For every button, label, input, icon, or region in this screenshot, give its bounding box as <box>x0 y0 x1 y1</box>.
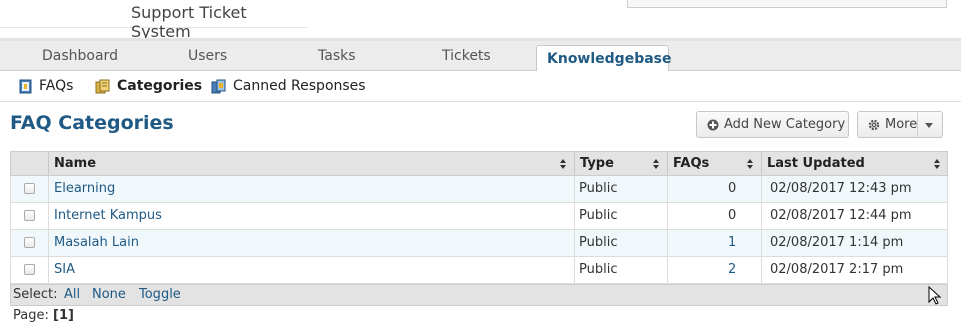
column-divider <box>761 230 762 256</box>
column-divider <box>48 203 49 229</box>
category-type: Public <box>579 181 618 196</box>
subnav-label: Canned Responses <box>233 78 366 94</box>
mouse-cursor-icon <box>928 286 942 305</box>
column-divider <box>48 152 49 175</box>
column-divider <box>574 176 575 202</box>
main-nav: Dashboard Users Tasks Tickets Knowledgeb… <box>0 38 961 73</box>
button-divider <box>917 112 918 137</box>
category-name-link[interactable]: SIA <box>54 257 75 283</box>
page-title: FAQ Categories <box>10 112 174 134</box>
table-row: SIA Public 2 02/08/2017 2:17 pm <box>10 257 948 284</box>
category-name-link[interactable]: Masalah Lain <box>54 230 139 256</box>
column-divider <box>574 257 575 283</box>
sub-nav: FAQs Categories Canned Responses <box>0 71 961 102</box>
subnav-item-faqs[interactable]: FAQs <box>19 78 73 94</box>
select-none-link[interactable]: None <box>92 285 126 305</box>
select-bar: Select: All None Toggle <box>10 284 948 306</box>
canned-responses-icon <box>211 79 226 93</box>
select-label: Select: <box>13 287 58 302</box>
faq-count[interactable]: 2 <box>728 257 736 283</box>
row-checkbox[interactable] <box>24 237 35 248</box>
column-divider <box>48 176 49 202</box>
top-header: Support Ticket System <box>0 0 961 41</box>
column-divider <box>667 176 668 202</box>
subnav-item-canned-responses[interactable]: Canned Responses <box>211 78 366 94</box>
more-label: More <box>885 117 918 132</box>
category-name-link[interactable]: Elearning <box>54 176 115 202</box>
tab-users[interactable]: Users <box>188 48 227 64</box>
column-divider <box>48 257 49 283</box>
row-checkbox[interactable] <box>24 210 35 221</box>
pagination-label: Page: <box>13 308 49 323</box>
column-divider <box>48 230 49 256</box>
pagination: Page: [1] <box>13 308 74 323</box>
category-type: Public <box>579 262 618 277</box>
table-row: Elearning Public 0 02/08/2017 12:43 pm <box>10 176 948 203</box>
column-header-last-updated[interactable]: Last Updated <box>767 152 865 175</box>
column-header-type[interactable]: Type <box>580 152 614 175</box>
more-button[interactable]: More <box>857 111 943 138</box>
column-divider <box>667 230 668 256</box>
categories-icon <box>95 79 110 93</box>
select-toggle-link[interactable]: Toggle <box>139 285 181 305</box>
column-divider <box>667 152 668 175</box>
logo[interactable]: Support Ticket System <box>0 0 307 41</box>
system-name: Support Ticket System <box>131 3 247 41</box>
faq-book-icon <box>19 79 32 93</box>
gear-icon <box>868 119 880 130</box>
column-divider <box>761 152 762 175</box>
column-divider <box>574 152 575 175</box>
faq-count[interactable]: 1 <box>728 230 736 256</box>
column-divider <box>761 176 762 202</box>
sort-icon[interactable] <box>653 159 659 169</box>
column-divider <box>667 203 668 229</box>
plus-circle-icon <box>707 119 719 130</box>
tab-dashboard[interactable]: Dashboard <box>42 48 118 64</box>
column-divider <box>667 257 668 283</box>
sort-icon[interactable] <box>747 159 753 169</box>
category-name-link[interactable]: Internet Kampus <box>54 203 162 229</box>
table-row: Masalah Lain Public 1 02/08/2017 1:14 pm <box>10 230 948 257</box>
row-checkbox[interactable] <box>24 183 35 194</box>
tab-tasks[interactable]: Tasks <box>318 48 356 64</box>
column-divider <box>761 257 762 283</box>
tab-knowledgebase[interactable]: Knowledgebase <box>536 45 672 73</box>
pagination-current-page[interactable]: [1] <box>53 308 74 323</box>
column-header-faqs[interactable]: FAQs <box>673 152 709 175</box>
category-type: Public <box>579 208 618 223</box>
column-divider <box>761 203 762 229</box>
last-updated: 02/08/2017 1:14 pm <box>770 235 904 250</box>
faq-count: 0 <box>728 208 737 223</box>
sort-icon[interactable] <box>560 159 566 169</box>
sort-icon[interactable] <box>934 159 940 169</box>
last-updated: 02/08/2017 12:44 pm <box>770 208 912 223</box>
caret-down-icon[interactable] <box>925 123 933 128</box>
table-header: Name Type FAQs Last Updated <box>10 151 948 176</box>
tab-tickets[interactable]: Tickets <box>442 48 491 64</box>
subnav-item-categories[interactable]: Categories <box>95 78 202 94</box>
select-all-link[interactable]: All <box>64 285 80 305</box>
row-checkbox[interactable] <box>24 264 35 275</box>
add-new-category-label: Add New Category <box>724 117 846 132</box>
column-divider <box>574 203 575 229</box>
subnav-label: Categories <box>117 78 203 94</box>
last-updated: 02/08/2017 12:43 pm <box>770 181 912 196</box>
user-info-box <box>627 0 947 8</box>
add-new-category-button[interactable]: Add New Category <box>696 111 849 138</box>
faq-count: 0 <box>728 181 737 196</box>
subnav-label: FAQs <box>39 78 74 94</box>
column-divider <box>574 230 575 256</box>
column-header-name[interactable]: Name <box>54 152 96 175</box>
category-type: Public <box>579 235 618 250</box>
table-row: Internet Kampus Public 0 02/08/2017 12:4… <box>10 203 948 230</box>
last-updated: 02/08/2017 2:17 pm <box>770 262 904 277</box>
